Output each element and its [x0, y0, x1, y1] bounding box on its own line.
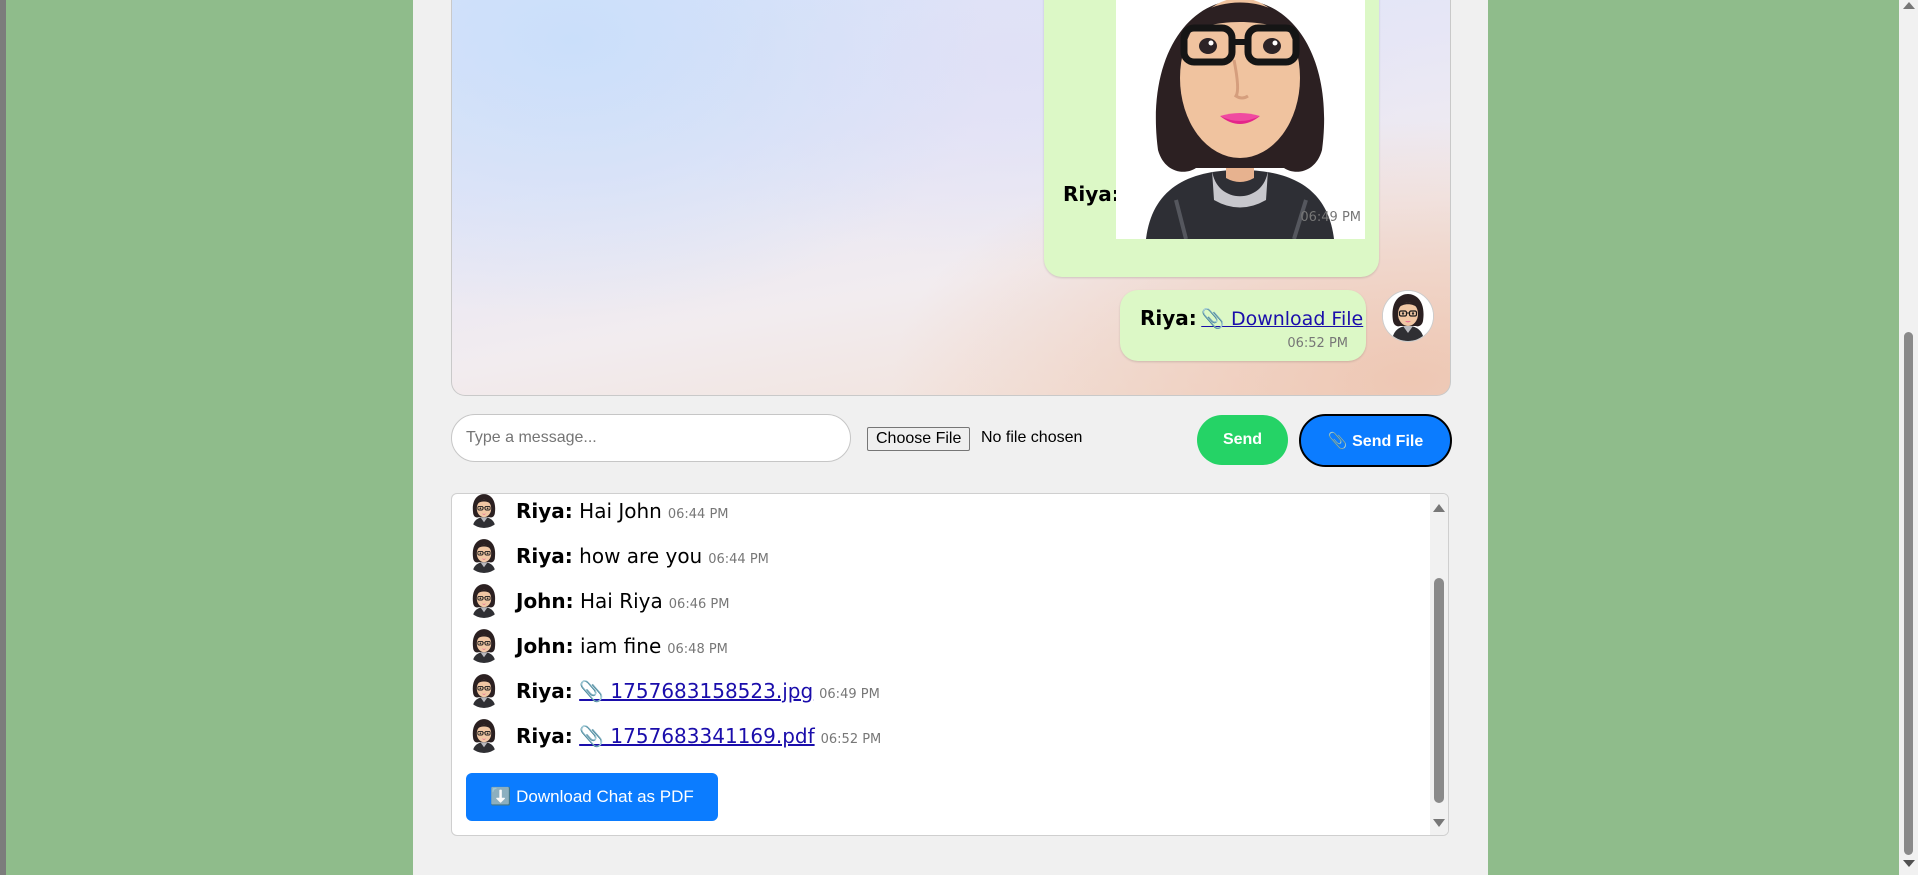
message-text: Hai Riya — [580, 589, 663, 613]
avatar — [1382, 290, 1434, 342]
send-file-button[interactable]: 📎 Send File — [1299, 414, 1452, 467]
window-left-edge — [0, 0, 6, 875]
message-time: 06:44 PM — [667, 507, 729, 522]
message-sender: Riya: — [516, 724, 573, 748]
chat-window[interactable]: Riya: 06:49 PM Riya: 📎 Download File 06:… — [451, 0, 1451, 396]
scroll-down-icon[interactable] — [1433, 819, 1445, 827]
download-chat-pdf-button[interactable]: ⬇️ Download Chat as PDF — [466, 773, 718, 821]
message-time: 06:49 PM — [819, 687, 880, 702]
avatar — [466, 537, 502, 573]
message-sender: Riya: — [516, 544, 573, 568]
choose-file-button[interactable]: Choose File — [867, 427, 971, 451]
message-text: iam fine — [580, 634, 662, 658]
download-file-link[interactable]: 📎 Download File — [1201, 308, 1363, 330]
scrollbar-thumb[interactable] — [1904, 332, 1913, 855]
message-time: 06:46 PM — [668, 597, 730, 612]
shared-image[interactable] — [1116, 0, 1365, 239]
message-sender: Riya: — [516, 679, 573, 703]
page-scrollbar[interactable] — [1899, 0, 1918, 875]
send-button[interactable]: Send — [1197, 415, 1288, 465]
message-time: 06:52 PM — [820, 732, 882, 747]
message-text: Hai John — [579, 499, 662, 523]
message-sender: John: — [516, 634, 574, 658]
composer: Choose File No file chosen Send 📎 Send F… — [451, 414, 1452, 467]
message-time: 06:48 PM — [667, 642, 728, 657]
avatar — [466, 627, 502, 663]
message-sender: Riya: — [1063, 182, 1120, 206]
message-time: 06:52 PM — [1287, 336, 1348, 351]
message-input[interactable] — [451, 414, 851, 462]
message-text: how are you — [579, 544, 703, 568]
avatar — [466, 672, 502, 708]
file-message-bubble: Riya: 📎 Download File 06:52 PM — [1120, 290, 1366, 361]
avatar-photo — [1116, 0, 1365, 239]
scroll-up-icon[interactable] — [1903, 2, 1915, 9]
avatar — [466, 494, 502, 528]
scrollbar-thumb[interactable] — [1434, 578, 1444, 803]
file-status-label: No file chosen — [981, 429, 1083, 446]
message-time: 06:44 PM — [708, 552, 769, 567]
message-sender: John: — [516, 589, 574, 613]
chat-app: Riya: 06:49 PM Riya: 📎 Download File 06:… — [413, 0, 1488, 875]
file-link[interactable]: 📎 1757683341169.pdf — [579, 724, 814, 748]
chat-history-list[interactable]: Riya: Hai John 06:44 PM Riya: how are you… — [451, 493, 1449, 836]
avatar — [466, 582, 502, 618]
message-sender: Riya: — [516, 499, 573, 523]
image-message-bubble: Riya: 06:49 PM — [1044, 0, 1379, 277]
message-sender: Riya: — [1140, 306, 1197, 330]
scroll-down-icon[interactable] — [1903, 860, 1915, 867]
history-scrollbar[interactable] — [1430, 494, 1448, 835]
avatar — [466, 717, 502, 753]
message-time: 06:49 PM — [1300, 210, 1361, 225]
scroll-up-icon[interactable] — [1433, 504, 1445, 512]
file-link[interactable]: 📎 1757683158523.jpg — [579, 679, 813, 703]
